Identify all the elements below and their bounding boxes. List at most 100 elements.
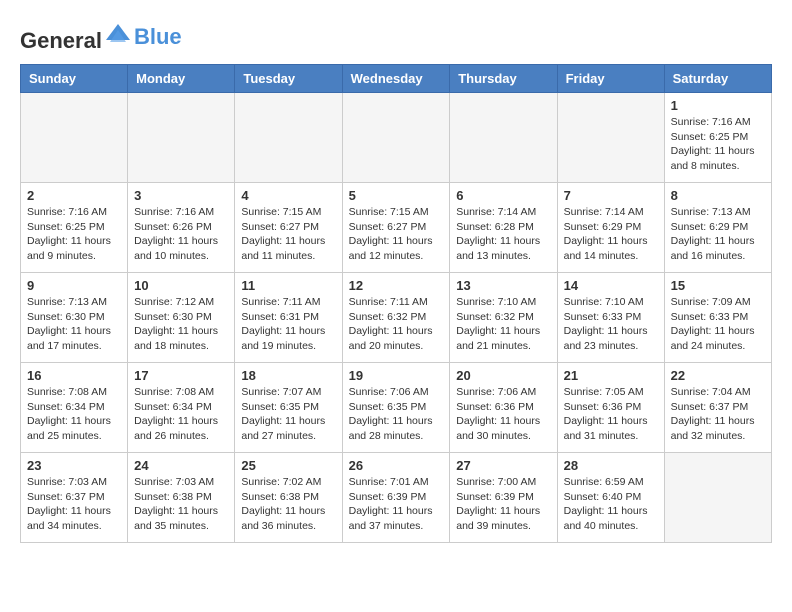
week-row-2: 2 Sunrise: 7:16 AM Sunset: 6:25 PM Daylig… bbox=[21, 183, 772, 273]
day-info: Sunrise: 7:01 AM Sunset: 6:39 PM Dayligh… bbox=[349, 475, 444, 534]
week-row-4: 16 Sunrise: 7:08 AM Sunset: 6:34 PM Dayli… bbox=[21, 363, 772, 453]
day-cell: 20 Sunrise: 7:06 AM Sunset: 6:36 PM Dayli… bbox=[450, 363, 557, 453]
day-info: Sunrise: 7:02 AM Sunset: 6:38 PM Dayligh… bbox=[241, 475, 335, 534]
day-number: 21 bbox=[564, 368, 658, 383]
header-tuesday: Tuesday bbox=[235, 65, 342, 93]
day-cell: 24 Sunrise: 7:03 AM Sunset: 6:38 PM Dayli… bbox=[128, 453, 235, 543]
day-cell: 4 Sunrise: 7:15 AM Sunset: 6:27 PM Daylig… bbox=[235, 183, 342, 273]
day-number: 20 bbox=[456, 368, 550, 383]
day-number: 9 bbox=[27, 278, 121, 293]
day-info: Sunrise: 7:14 AM Sunset: 6:28 PM Dayligh… bbox=[456, 205, 550, 264]
day-number: 4 bbox=[241, 188, 335, 203]
day-cell bbox=[128, 93, 235, 183]
day-cell: 19 Sunrise: 7:06 AM Sunset: 6:35 PM Dayli… bbox=[342, 363, 450, 453]
day-info: Sunrise: 6:59 AM Sunset: 6:40 PM Dayligh… bbox=[564, 475, 658, 534]
day-cell bbox=[557, 93, 664, 183]
day-number: 12 bbox=[349, 278, 444, 293]
day-number: 7 bbox=[564, 188, 658, 203]
header-sunday: Sunday bbox=[21, 65, 128, 93]
day-info: Sunrise: 7:10 AM Sunset: 6:32 PM Dayligh… bbox=[456, 295, 550, 354]
header-wednesday: Wednesday bbox=[342, 65, 450, 93]
day-info: Sunrise: 7:10 AM Sunset: 6:33 PM Dayligh… bbox=[564, 295, 658, 354]
day-number: 6 bbox=[456, 188, 550, 203]
calendar-header-row: SundayMondayTuesdayWednesdayThursdayFrid… bbox=[21, 65, 772, 93]
week-row-5: 23 Sunrise: 7:03 AM Sunset: 6:37 PM Dayli… bbox=[21, 453, 772, 543]
day-info: Sunrise: 7:06 AM Sunset: 6:36 PM Dayligh… bbox=[456, 385, 550, 444]
day-cell: 10 Sunrise: 7:12 AM Sunset: 6:30 PM Dayli… bbox=[128, 273, 235, 363]
day-number: 17 bbox=[134, 368, 228, 383]
day-info: Sunrise: 7:16 AM Sunset: 6:26 PM Dayligh… bbox=[134, 205, 228, 264]
header-saturday: Saturday bbox=[664, 65, 771, 93]
day-number: 2 bbox=[27, 188, 121, 203]
day-cell: 21 Sunrise: 7:05 AM Sunset: 6:36 PM Dayli… bbox=[557, 363, 664, 453]
day-cell: 17 Sunrise: 7:08 AM Sunset: 6:34 PM Dayli… bbox=[128, 363, 235, 453]
logo: General Blue bbox=[20, 20, 182, 54]
logo-icon bbox=[104, 20, 132, 48]
day-info: Sunrise: 7:06 AM Sunset: 6:35 PM Dayligh… bbox=[349, 385, 444, 444]
day-number: 24 bbox=[134, 458, 228, 473]
day-cell: 26Sunrise: 7:01 AM Sunset: 6:39 PM Dayli… bbox=[342, 453, 450, 543]
day-cell bbox=[21, 93, 128, 183]
day-number: 18 bbox=[241, 368, 335, 383]
day-info: Sunrise: 7:11 AM Sunset: 6:31 PM Dayligh… bbox=[241, 295, 335, 354]
day-info: Sunrise: 7:16 AM Sunset: 6:25 PM Dayligh… bbox=[671, 115, 765, 174]
day-cell: 3 Sunrise: 7:16 AM Sunset: 6:26 PM Daylig… bbox=[128, 183, 235, 273]
day-info: Sunrise: 7:12 AM Sunset: 6:30 PM Dayligh… bbox=[134, 295, 228, 354]
day-cell: 13 Sunrise: 7:10 AM Sunset: 6:32 PM Dayli… bbox=[450, 273, 557, 363]
day-info: Sunrise: 7:09 AM Sunset: 6:33 PM Dayligh… bbox=[671, 295, 765, 354]
day-number: 19 bbox=[349, 368, 444, 383]
day-cell: 5Sunrise: 7:15 AM Sunset: 6:27 PM Daylig… bbox=[342, 183, 450, 273]
day-info: Sunrise: 7:04 AM Sunset: 6:37 PM Dayligh… bbox=[671, 385, 765, 444]
day-cell: 2 Sunrise: 7:16 AM Sunset: 6:25 PM Daylig… bbox=[21, 183, 128, 273]
day-info: Sunrise: 7:05 AM Sunset: 6:36 PM Dayligh… bbox=[564, 385, 658, 444]
day-info: Sunrise: 7:03 AM Sunset: 6:37 PM Dayligh… bbox=[27, 475, 121, 534]
week-row-1: 1 Sunrise: 7:16 AM Sunset: 6:25 PM Daylig… bbox=[21, 93, 772, 183]
day-cell bbox=[450, 93, 557, 183]
day-number: 8 bbox=[671, 188, 765, 203]
day-cell: 8Sunrise: 7:13 AM Sunset: 6:29 PM Daylig… bbox=[664, 183, 771, 273]
day-number: 10 bbox=[134, 278, 228, 293]
day-info: Sunrise: 7:15 AM Sunset: 6:27 PM Dayligh… bbox=[241, 205, 335, 264]
day-cell: 28 Sunrise: 6:59 AM Sunset: 6:40 PM Dayli… bbox=[557, 453, 664, 543]
day-number: 16 bbox=[27, 368, 121, 383]
day-number: 25 bbox=[241, 458, 335, 473]
day-number: 28 bbox=[564, 458, 658, 473]
day-cell: 6 Sunrise: 7:14 AM Sunset: 6:28 PM Daylig… bbox=[450, 183, 557, 273]
week-row-3: 9 Sunrise: 7:13 AM Sunset: 6:30 PM Daylig… bbox=[21, 273, 772, 363]
day-cell: 25 Sunrise: 7:02 AM Sunset: 6:38 PM Dayli… bbox=[235, 453, 342, 543]
day-number: 15 bbox=[671, 278, 765, 293]
day-number: 1 bbox=[671, 98, 765, 113]
day-cell: 15 Sunrise: 7:09 AM Sunset: 6:33 PM Dayli… bbox=[664, 273, 771, 363]
page-header: General Blue bbox=[20, 20, 772, 54]
day-info: Sunrise: 7:16 AM Sunset: 6:25 PM Dayligh… bbox=[27, 205, 121, 264]
header-monday: Monday bbox=[128, 65, 235, 93]
day-info: Sunrise: 7:00 AM Sunset: 6:39 PM Dayligh… bbox=[456, 475, 550, 534]
logo-general: General bbox=[20, 28, 102, 53]
day-number: 13 bbox=[456, 278, 550, 293]
day-info: Sunrise: 7:11 AM Sunset: 6:32 PM Dayligh… bbox=[349, 295, 444, 354]
day-cell: 27 Sunrise: 7:00 AM Sunset: 6:39 PM Dayli… bbox=[450, 453, 557, 543]
day-cell: 1 Sunrise: 7:16 AM Sunset: 6:25 PM Daylig… bbox=[664, 93, 771, 183]
day-info: Sunrise: 7:14 AM Sunset: 6:29 PM Dayligh… bbox=[564, 205, 658, 264]
day-cell: 9 Sunrise: 7:13 AM Sunset: 6:30 PM Daylig… bbox=[21, 273, 128, 363]
calendar: SundayMondayTuesdayWednesdayThursdayFrid… bbox=[20, 64, 772, 543]
day-info: Sunrise: 7:03 AM Sunset: 6:38 PM Dayligh… bbox=[134, 475, 228, 534]
day-number: 3 bbox=[134, 188, 228, 203]
day-cell: 23 Sunrise: 7:03 AM Sunset: 6:37 PM Dayli… bbox=[21, 453, 128, 543]
day-cell bbox=[664, 453, 771, 543]
day-cell bbox=[235, 93, 342, 183]
day-info: Sunrise: 7:13 AM Sunset: 6:30 PM Dayligh… bbox=[27, 295, 121, 354]
day-number: 14 bbox=[564, 278, 658, 293]
day-cell: 12 Sunrise: 7:11 AM Sunset: 6:32 PM Dayli… bbox=[342, 273, 450, 363]
day-info: Sunrise: 7:07 AM Sunset: 6:35 PM Dayligh… bbox=[241, 385, 335, 444]
day-cell: 22Sunrise: 7:04 AM Sunset: 6:37 PM Dayli… bbox=[664, 363, 771, 453]
day-info: Sunrise: 7:08 AM Sunset: 6:34 PM Dayligh… bbox=[134, 385, 228, 444]
day-number: 11 bbox=[241, 278, 335, 293]
logo-blue-text: Blue bbox=[134, 24, 182, 50]
day-cell: 18 Sunrise: 7:07 AM Sunset: 6:35 PM Dayli… bbox=[235, 363, 342, 453]
day-number: 23 bbox=[27, 458, 121, 473]
header-thursday: Thursday bbox=[450, 65, 557, 93]
day-cell bbox=[342, 93, 450, 183]
day-number: 5 bbox=[349, 188, 444, 203]
day-number: 27 bbox=[456, 458, 550, 473]
